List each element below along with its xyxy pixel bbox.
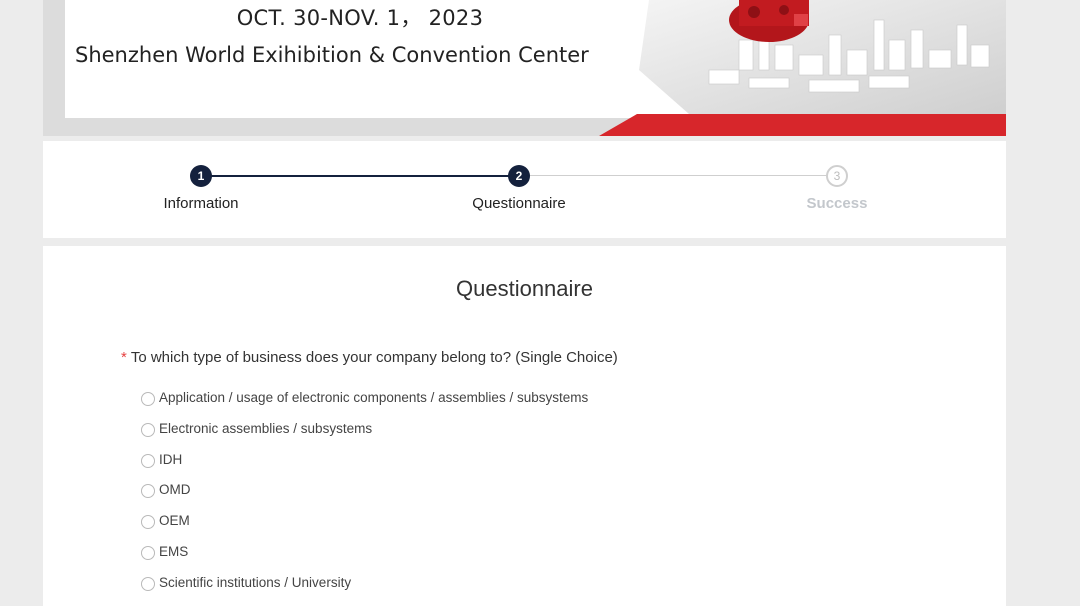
step-label: Success <box>806 195 868 212</box>
step-success: 3 Success <box>737 165 937 212</box>
radio-button[interactable] <box>141 515 155 530</box>
question-text: To which type of business does your comp… <box>130 349 618 366</box>
step-number: 3 <box>826 165 848 187</box>
step-information: 1 Information <box>101 165 301 212</box>
radio-option[interactable]: Scientific institutions / University <box>141 575 588 606</box>
question-business-type: * To which type of business does your com… <box>121 349 618 366</box>
step-number: 2 <box>508 165 530 187</box>
business-type-options: Application / usage of electronic compon… <box>141 390 588 606</box>
option-label[interactable]: Scientific institutions / University <box>159 575 351 590</box>
option-label[interactable]: EMS <box>159 544 188 559</box>
radio-button[interactable] <box>141 545 155 560</box>
radio-button[interactable] <box>141 484 155 499</box>
option-label[interactable]: OMD <box>159 482 191 497</box>
step-label: Information <box>163 195 239 212</box>
radio-option[interactable]: Application / usage of electronic compon… <box>141 390 588 421</box>
step-number: 1 <box>190 165 212 187</box>
option-label[interactable]: Application / usage of electronic compon… <box>159 390 588 405</box>
option-label[interactable]: OEM <box>159 513 190 528</box>
radio-option[interactable]: IDH <box>141 452 588 483</box>
radio-button[interactable] <box>141 453 155 468</box>
questionnaire-title: Questionnaire <box>456 276 593 301</box>
progress-stepper: 1 Information 2 Questionnaire 3 Success <box>43 141 1006 238</box>
radio-option[interactable]: Electronic assemblies / subsystems <box>141 421 588 452</box>
radio-option[interactable]: OMD <box>141 482 588 513</box>
step-questionnaire: 2 Questionnaire <box>419 165 619 212</box>
radio-button[interactable] <box>141 576 155 591</box>
radio-button[interactable] <box>141 392 155 406</box>
option-label[interactable]: IDH <box>159 452 182 467</box>
event-date: OCT. 30-NOV. 1， 2023 <box>236 6 484 30</box>
event-banner: OCT. 30-NOV. 1， 2023 Shenzhen World Exih… <box>43 0 1006 136</box>
radio-option[interactable]: OEM <box>141 513 588 544</box>
radio-option[interactable]: EMS <box>141 544 588 575</box>
event-venue: Shenzhen World Exihibition & Convention … <box>75 43 589 67</box>
required-marker: * <box>121 349 127 366</box>
option-label[interactable]: Electronic assemblies / subsystems <box>159 421 372 436</box>
banner-illustration <box>599 0 1006 136</box>
step-label: Questionnaire <box>472 195 566 212</box>
radio-button[interactable] <box>141 422 155 437</box>
questionnaire-card: Questionnaire * To which type of business… <box>43 246 1006 606</box>
